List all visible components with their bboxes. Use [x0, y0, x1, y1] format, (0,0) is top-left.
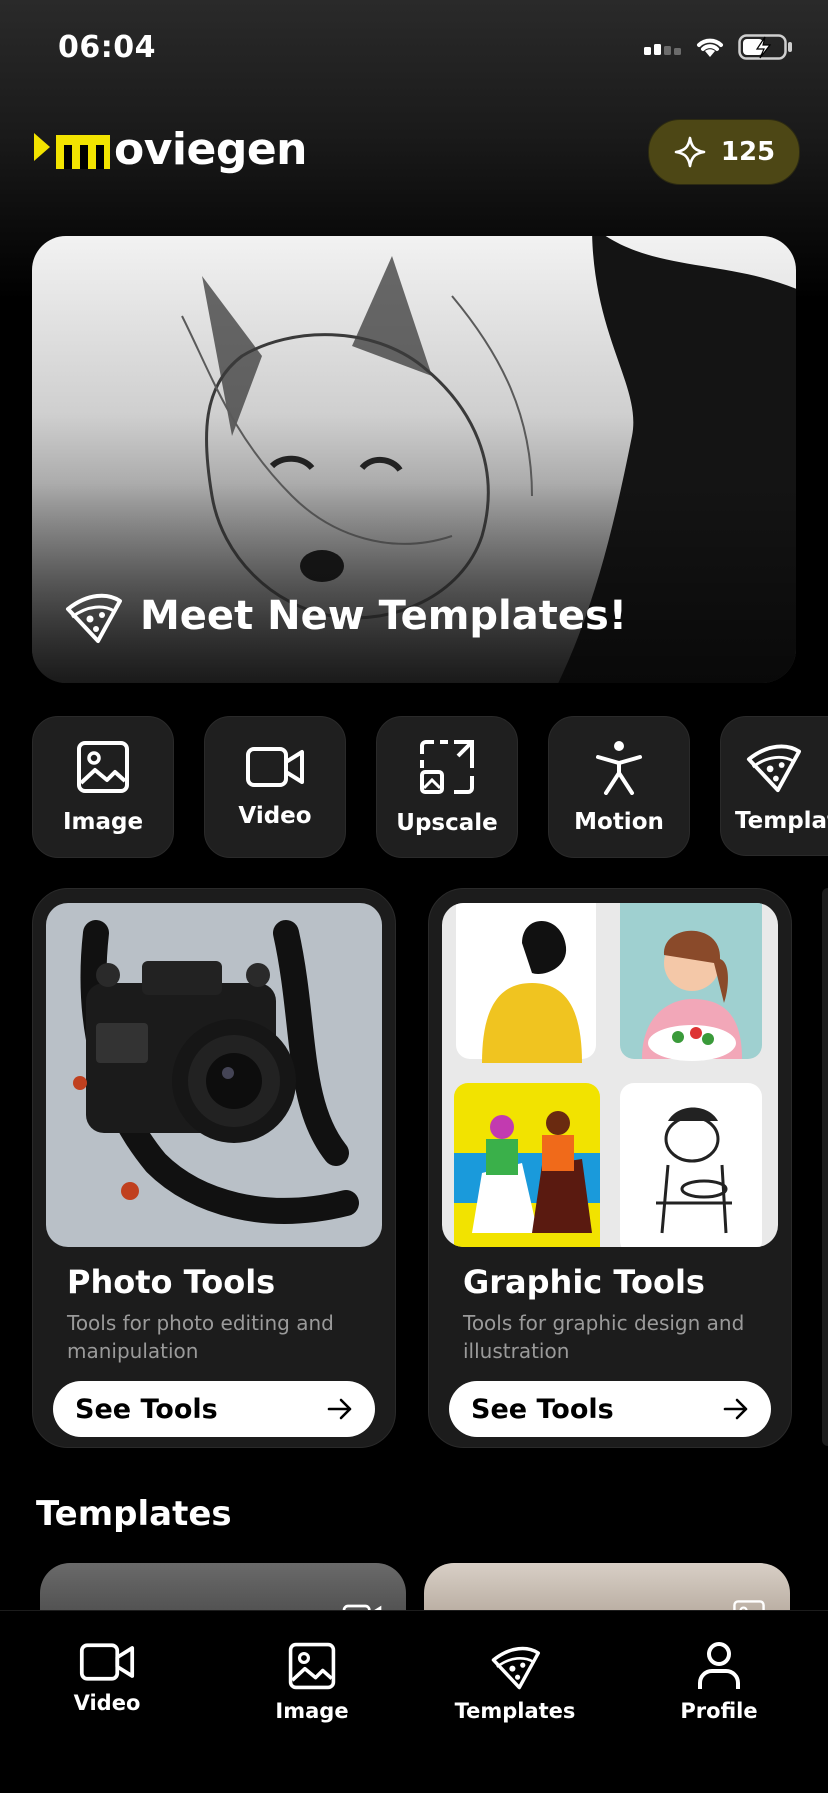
quick-tool-templates[interactable]: Templat — [720, 716, 828, 856]
tab-templates[interactable]: Templates — [435, 1641, 595, 1723]
quick-tool-motion[interactable]: Motion — [548, 716, 690, 858]
card-title: Photo Tools — [67, 1263, 276, 1301]
signal-icon — [644, 44, 681, 55]
tab-image[interactable]: Image — [232, 1641, 392, 1723]
pizza-slice-icon — [746, 744, 801, 793]
tab-profile[interactable]: Profile — [639, 1641, 799, 1723]
quick-tool-label: Image — [62, 809, 144, 835]
see-tools-label: See Tools — [471, 1393, 614, 1425]
graphic-tools-collage — [442, 903, 778, 1247]
card-title: Graphic Tools — [463, 1263, 705, 1301]
tab-label: Image — [275, 1699, 349, 1723]
image-icon — [77, 741, 129, 793]
logo-mark-icon — [34, 132, 110, 169]
status-icons — [644, 34, 794, 60]
video-icon — [246, 747, 304, 787]
quick-tool-image[interactable]: Image — [32, 716, 174, 858]
card-description: Tools for graphic design and illustratio… — [463, 1311, 745, 1363]
tab-label: Video — [73, 1691, 141, 1715]
status-time: 06:04 — [58, 30, 156, 65]
quick-tool-label: Motion — [574, 809, 664, 835]
upscale-icon — [420, 740, 474, 794]
profile-icon — [698, 1642, 740, 1689]
see-tools-button[interactable]: See Tools — [53, 1381, 375, 1437]
quick-tool-label: Upscale — [396, 810, 498, 836]
templates-section-title: Templates — [36, 1494, 232, 1534]
credits-count: 125 — [720, 137, 776, 167]
tab-video[interactable]: Video — [27, 1641, 187, 1715]
quick-tool-video[interactable]: Video — [204, 716, 346, 858]
tab-label: Profile — [680, 1699, 758, 1723]
image-icon — [288, 1642, 336, 1690]
pizza-slice-icon — [66, 593, 122, 643]
see-tools-button[interactable]: See Tools — [449, 1381, 771, 1437]
arrow-right-icon — [723, 1398, 748, 1420]
quick-tool-label: Video — [238, 803, 312, 829]
app-logo: oviegen — [34, 124, 308, 175]
card-description: Tools for photo editing and manipulation — [67, 1311, 334, 1363]
quick-tool-label: Templat — [735, 808, 828, 834]
graphic-tools-card[interactable]: Graphic Tools Tools for graphic design a… — [428, 888, 792, 1448]
photo-tools-card[interactable]: Photo Tools Tools for photo editing and … — [32, 888, 396, 1448]
credits-button[interactable]: 125 — [648, 119, 800, 185]
next-card-edge — [822, 888, 828, 1446]
video-icon — [79, 1643, 135, 1681]
battery-icon — [738, 34, 792, 60]
hero-shade — [32, 483, 796, 683]
hero-title-row: Meet New Templates! — [62, 587, 627, 645]
hero-title: Meet New Templates! — [140, 593, 628, 639]
photo-tools-image — [46, 903, 382, 1247]
hero-banner[interactable]: Meet New Templates! — [32, 236, 796, 683]
pizza-slice-icon — [491, 1646, 541, 1690]
bottom-tab-bar: Video Image Templates Profile — [0, 1610, 828, 1793]
sparkle-icon — [674, 136, 706, 168]
tab-label: Templates — [454, 1699, 576, 1723]
motion-icon — [596, 741, 642, 795]
see-tools-label: See Tools — [75, 1393, 218, 1425]
quick-tool-upscale[interactable]: Upscale — [376, 716, 518, 858]
logo-text: oviegen — [114, 124, 308, 175]
arrow-right-icon — [327, 1398, 352, 1420]
wifi-icon — [697, 38, 723, 57]
